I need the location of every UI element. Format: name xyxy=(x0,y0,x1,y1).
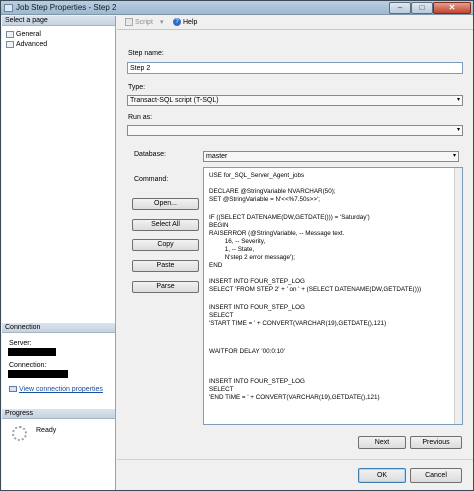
command-line: RAISERROR (@StringVariable, -- Message t… xyxy=(209,230,345,237)
step-name-label: Step name: xyxy=(128,50,164,57)
command-line: DECLARE @StringVariable NVARCHAR(50); xyxy=(209,188,336,195)
cancel-button[interactable]: Cancel xyxy=(410,468,462,483)
help-button[interactable]: ? Help xyxy=(173,18,197,28)
page-item-label: Advanced xyxy=(16,41,48,48)
progress-spinner-icon xyxy=(12,426,27,441)
bottom-divider xyxy=(117,459,473,460)
close-window-button[interactable]: ✕ xyxy=(433,2,471,14)
database-label: Database: xyxy=(134,151,166,158)
page-icon xyxy=(6,30,14,38)
command-line: INSERT INTO FOUR_STEP_LOG xyxy=(209,278,305,285)
chevron-down-icon: ▾ xyxy=(452,153,456,159)
chevron-down-icon: ▾ xyxy=(456,97,460,103)
left-pane: Select a page General Advanced Connectio… xyxy=(2,16,116,490)
command-line: SELECT xyxy=(209,386,234,393)
select-page-header: Select a page xyxy=(2,16,115,26)
command-line: 16, -- Severity, xyxy=(209,238,266,245)
select-all-button[interactable]: Select All xyxy=(132,219,199,231)
step-name-input[interactable]: Step 2 xyxy=(127,62,463,74)
connection-header: Connection xyxy=(2,323,115,333)
copy-button[interactable]: Copy xyxy=(132,239,199,251)
help-icon: ? xyxy=(173,18,181,27)
command-scrollbar[interactable] xyxy=(454,168,462,424)
open-button[interactable]: Open... xyxy=(132,198,199,210)
command-line: 'END TIME = ' + CONVERT(VARCHAR(19),GETD… xyxy=(209,394,380,401)
ok-button[interactable]: OK xyxy=(358,468,406,483)
database-select[interactable]: master ▾ xyxy=(203,151,459,162)
minimize-button[interactable]: – xyxy=(389,2,411,14)
window-icon xyxy=(4,4,13,12)
command-line: SELECT 'FROM STEP 2' + ' on ' + (SELECT … xyxy=(209,286,422,293)
title-bar[interactable]: Job Step Properties - Step 2 – □ ✕ xyxy=(1,1,473,15)
page-item-advanced[interactable]: Advanced xyxy=(6,40,47,49)
type-select[interactable]: Transact-SQL script (T-SQL) ▾ xyxy=(127,95,463,106)
command-line: USE for_SQL_Server_Agent_jobs xyxy=(209,172,305,179)
page-icon xyxy=(6,40,14,48)
page-item-label: General xyxy=(16,31,41,38)
type-label: Type: xyxy=(128,84,146,91)
command-line: BEGIN xyxy=(209,222,229,229)
command-line: END xyxy=(209,262,223,269)
command-line: SELECT xyxy=(209,312,234,319)
command-line: INSERT INTO FOUR_STEP_LOG xyxy=(209,378,305,385)
view-connection-properties-link[interactable]: View connection properties xyxy=(9,386,103,393)
command-line: 1, -- State, xyxy=(209,246,255,253)
run-as-label: Run as: xyxy=(128,114,153,121)
script-button[interactable]: Script xyxy=(125,18,153,28)
script-icon xyxy=(125,18,133,27)
command-label: Command: xyxy=(134,176,169,183)
command-line: WAITFOR DELAY '00:0:10' xyxy=(209,348,285,355)
command-line: N'step 2 error message'); xyxy=(209,254,296,261)
window-title: Job Step Properties - Step 2 xyxy=(16,3,117,12)
previous-button[interactable]: Previous xyxy=(410,436,462,449)
connection-value-redacted xyxy=(8,370,68,378)
paste-button[interactable]: Paste xyxy=(132,260,199,272)
server-label: Server: xyxy=(9,340,32,347)
maximize-button[interactable]: □ xyxy=(411,2,433,14)
command-line: 'START TIME = ' + CONVERT(VARCHAR(19),GE… xyxy=(209,320,387,327)
chevron-down-icon: ▾ xyxy=(456,127,460,133)
connection-label: Connection: xyxy=(9,362,47,369)
toolbar: Script ▾ ? Help xyxy=(117,16,473,30)
progress-header: Progress xyxy=(2,409,115,419)
run-as-select[interactable]: ▾ xyxy=(127,125,463,136)
command-line: SET @StringVariable = N'<<%7.50s>>'; xyxy=(209,196,320,203)
parse-button[interactable]: Parse xyxy=(132,281,199,293)
command-line: IF ((SELECT DATENAME(DW,GETDATE())) = 'S… xyxy=(209,214,370,221)
job-step-properties-window: Job Step Properties - Step 2 – □ ✕ Selec… xyxy=(0,0,474,491)
server-value-redacted xyxy=(8,348,56,356)
page-item-general[interactable]: General xyxy=(6,30,41,39)
progress-status: Ready xyxy=(36,427,57,434)
next-button[interactable]: Next xyxy=(358,436,406,449)
command-line: INSERT INTO FOUR_STEP_LOG xyxy=(209,304,305,311)
command-textarea[interactable]: USE for_SQL_Server_Agent_jobs DECLARE @S… xyxy=(203,167,463,425)
connection-properties-icon xyxy=(9,386,17,393)
script-dropdown-icon[interactable]: ▾ xyxy=(160,18,164,28)
